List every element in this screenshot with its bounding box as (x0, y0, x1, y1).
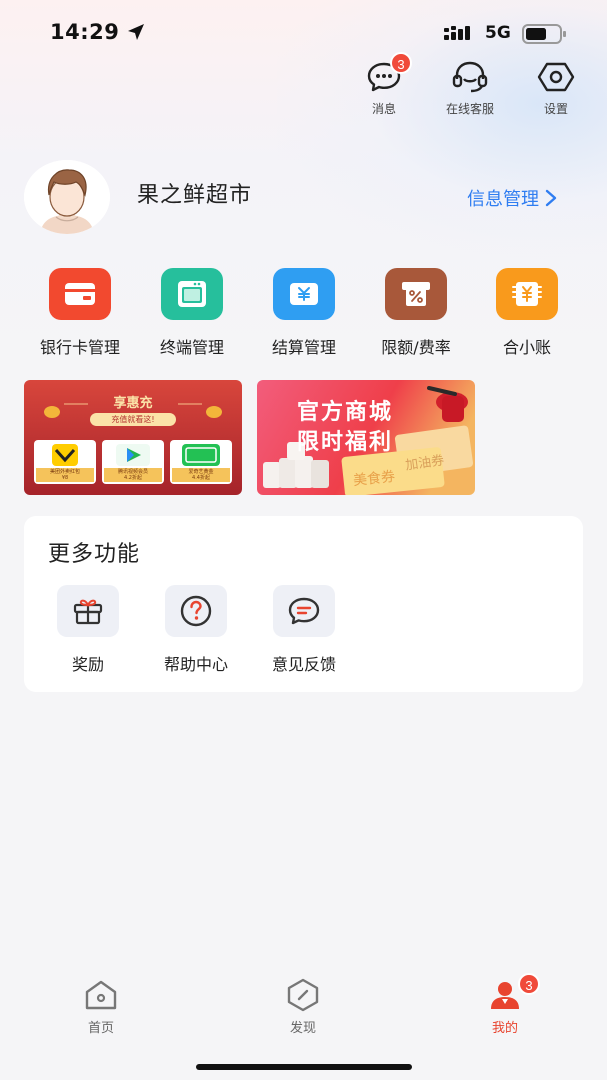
banner-card-price: 4.4折起 (192, 475, 210, 481)
network-type: 5G (485, 23, 511, 43)
avatar[interactable] (24, 160, 110, 234)
bank-card-label: 银行卡管理 (39, 338, 120, 357)
info-management-label: 信息管理 (467, 189, 539, 210)
chevron-right-icon (545, 189, 557, 207)
settlement-icon (290, 283, 318, 305)
feedback-icon (288, 597, 320, 625)
terminal-management[interactable]: 终端管理 (136, 268, 248, 358)
home-icon (85, 980, 117, 1010)
settlement-label: 结算管理 (271, 338, 336, 357)
ledger-label: 合小账 (502, 338, 551, 357)
rewards-label: 奖励 (71, 655, 104, 674)
profile-section: 果之鲜超市 信息管理 (0, 160, 607, 236)
feedback-button[interactable]: 意见反馈 (259, 585, 349, 675)
more-functions-card: 更多功能 奖励 帮助中心 意见反馈 (24, 516, 583, 692)
ledger-icon (512, 282, 542, 306)
service-grid: 银行卡管理 终端管理 结算管理 限额/费率 合小账 (0, 268, 607, 358)
status-time: 14:29 (50, 20, 120, 44)
banner-card-price: 4.2折起 (124, 475, 142, 481)
help-center-button[interactable]: 帮助中心 (151, 585, 241, 675)
avatar-illustration (24, 160, 110, 234)
mall-banner-line1: 官方商城 (297, 400, 394, 425)
gift-icon (73, 599, 103, 625)
banner-card-price: ¥8 (61, 475, 69, 481)
ledger[interactable]: 合小账 (471, 268, 583, 358)
mall-banner[interactable]: 官方商城 限时福利 加油券 美食券 (257, 380, 475, 495)
more-functions-title: 更多功能 (48, 542, 141, 567)
settings-label: 设置 (543, 102, 568, 116)
bank-card-management[interactable]: 银行卡管理 (24, 268, 136, 358)
messages-badge: 3 (390, 52, 412, 74)
tab-profile[interactable]: 3 我的 (460, 973, 550, 1036)
battery-icon (522, 24, 566, 44)
rewards-button[interactable]: 奖励 (43, 585, 133, 675)
tab-discover[interactable]: 发现 (258, 975, 348, 1036)
tab-home-label: 首页 (87, 1021, 114, 1036)
discover-icon (287, 978, 319, 1012)
feedback-label: 意见反馈 (271, 655, 336, 674)
rate-limit-management[interactable]: 限额/费率 (360, 268, 472, 358)
settlement-management[interactable]: 结算管理 (248, 268, 360, 358)
top-actions: 3 消息 在线客服 设置 (0, 52, 607, 122)
profile-badge: 3 (518, 973, 540, 995)
status-bar: 14:29 5G (0, 0, 607, 66)
tab-home[interactable]: 首页 (56, 975, 146, 1036)
bank-card-icon (65, 283, 95, 305)
info-management-link[interactable]: 信息管理 (467, 185, 557, 211)
messages-button[interactable]: 3 消息 (344, 52, 424, 117)
tab-bar: 首页 发现 3 我的 (0, 973, 607, 1045)
recharge-banner[interactable]: 享惠充 充值就看这! 美团外卖红包 ¥8 腾讯视频会员 4.2折起 爱奇艺黄金 … (24, 380, 242, 495)
signal-icon (444, 26, 470, 40)
tab-discover-label: 发现 (289, 1021, 316, 1036)
rate-limit-icon (402, 282, 430, 306)
messages-label: 消息 (371, 102, 396, 116)
headset-icon (452, 61, 488, 93)
recharge-banner-title: 享惠充 (113, 396, 153, 411)
rate-limit-label: 限额/费率 (381, 338, 451, 357)
help-icon (180, 595, 212, 627)
recharge-banner-subtitle: 充值就看这! (111, 415, 155, 424)
online-service-button[interactable]: 在线客服 (430, 58, 510, 117)
settings-button[interactable]: 设置 (516, 58, 596, 117)
mall-banner-line2: 限时福利 (297, 430, 394, 455)
settings-hexagon-icon (537, 62, 575, 92)
home-indicator (196, 1064, 412, 1070)
terminal-label: 终端管理 (159, 338, 224, 357)
terminal-icon (178, 281, 206, 307)
location-arrow-icon (128, 24, 144, 40)
help-center-label: 帮助中心 (163, 655, 228, 674)
online-service-label: 在线客服 (445, 102, 494, 116)
shop-name: 果之鲜超市 (137, 183, 253, 208)
tab-profile-label: 我的 (491, 1021, 518, 1036)
